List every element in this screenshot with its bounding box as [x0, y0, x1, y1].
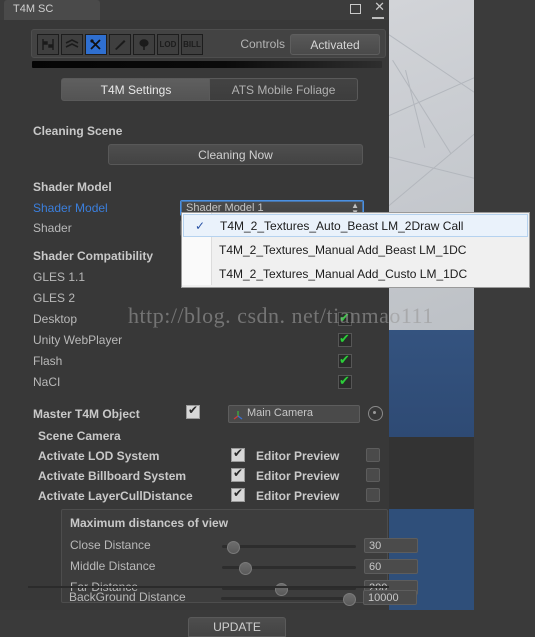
master-t4m-object-checkbox[interactable]	[186, 403, 200, 419]
maximize-icon[interactable]	[349, 4, 361, 14]
tab-t4m-settings[interactable]: T4M Settings	[61, 78, 211, 101]
window-title-bar: T4M SC ✕	[0, 0, 389, 26]
shader-model-label: Shader Model	[33, 201, 108, 215]
shader-model-title: Shader Model	[33, 180, 112, 194]
main-tabs: T4M Settings ATS Mobile Foliage	[61, 78, 358, 101]
close-distance-label: Close Distance	[70, 538, 151, 552]
panel-bottom-divider	[28, 586, 389, 588]
mode-toolbar: LOD BILL Controls Activated	[31, 29, 386, 58]
editor-right-panel	[474, 0, 535, 610]
toggle-check-layercull[interactable]	[231, 486, 245, 502]
preview-check-billboard[interactable]	[366, 468, 380, 482]
compat-label-gles11: GLES 1.1	[33, 270, 86, 284]
dropdown-item-1-label: T4M_2_Textures_Manual Add_Beast LM_1DC	[219, 242, 467, 257]
background-distance-label: BackGround Distance	[69, 590, 186, 604]
update-button[interactable]: UPDATE	[188, 617, 286, 637]
toggle-label-layercull: Activate LayerCullDistance	[38, 489, 193, 503]
background-distance-slider[interactable]	[221, 597, 355, 600]
chevrons-up-icon[interactable]	[61, 34, 83, 55]
window-tab[interactable]: T4M SC	[4, 0, 100, 20]
camera-axis-icon	[232, 408, 244, 420]
maximum-distances-group: Maximum distances of view Close Distance…	[61, 509, 418, 603]
object-picker-icon[interactable]	[368, 406, 383, 421]
shader-dropdown-menu: ✓ T4M_2_Textures_Auto_Beast LM_2Draw Cal…	[181, 212, 530, 288]
close-distance-value[interactable]: 30	[364, 538, 418, 553]
scene-water-upper	[388, 330, 474, 440]
cleaning-scene-title: Cleaning Scene	[33, 124, 123, 138]
lod-icon[interactable]: LOD	[157, 34, 179, 55]
scene-camera-object-field[interactable]: Main Camera	[228, 405, 360, 423]
close-icon[interactable]: ✕	[374, 0, 385, 13]
preview-label-billboard: Editor Preview	[256, 469, 340, 483]
close-distance-slider[interactable]	[222, 545, 356, 548]
background-distance-value[interactable]: 10000	[363, 590, 417, 605]
compat-check-naci[interactable]	[338, 373, 352, 389]
controls-label: Controls	[240, 37, 285, 51]
toggle-check-billboard[interactable]	[231, 466, 245, 482]
activated-button[interactable]: Activated	[290, 34, 380, 55]
cleaning-now-button[interactable]: Cleaning Now	[108, 144, 363, 165]
billboard-icon[interactable]: BILL	[181, 34, 203, 55]
maximum-distances-title: Maximum distances of view	[70, 516, 229, 530]
window-tab-label: T4M SC	[13, 3, 54, 15]
tab-ats-mobile-foliage[interactable]: ATS Mobile Foliage	[209, 78, 358, 101]
middle-distance-knob[interactable]	[239, 562, 252, 575]
compat-label-flash: Flash	[33, 354, 63, 368]
dropdown-item-2[interactable]: T4M_2_Textures_Manual Add_Custo LM_1DC	[183, 262, 528, 285]
watermark-text: http://blog. csdn. net/tianmao111	[128, 303, 434, 328]
middle-distance-label: Middle Distance	[70, 559, 156, 573]
tree-icon[interactable]	[133, 34, 155, 55]
progress-strip	[32, 61, 382, 68]
scene-camera-label: Scene Camera	[38, 429, 121, 443]
far-distance-knob[interactable]	[275, 583, 288, 596]
preview-check-lod[interactable]	[366, 448, 380, 462]
compat-label-naci: NaCI	[33, 375, 61, 389]
dropdown-item-1[interactable]: T4M_2_Textures_Manual Add_Beast LM_1DC	[183, 238, 528, 261]
dropdown-item-0[interactable]: ✓ T4M_2_Textures_Auto_Beast LM_2Draw Cal…	[183, 214, 528, 237]
background-distance-knob[interactable]	[343, 593, 356, 606]
toggle-check-lod[interactable]	[231, 446, 245, 462]
terrain-split-icon[interactable]	[37, 34, 59, 55]
scene-camera-value: Main Camera	[247, 407, 314, 419]
middle-distance-value[interactable]: 60	[364, 559, 418, 574]
preview-check-layercull[interactable]	[366, 488, 380, 502]
compat-label-webplayer: Unity WebPlayer	[33, 333, 123, 347]
shader-compatibility-title: Shader Compatibility	[33, 249, 154, 263]
scene-terrain-band	[388, 437, 474, 509]
check-icon: ✓	[195, 218, 206, 233]
toggle-label-billboard: Activate Billboard System	[38, 469, 187, 483]
compat-label-desktop: Desktop	[33, 312, 78, 326]
close-distance-knob[interactable]	[227, 541, 240, 554]
shader-label: Shader	[33, 221, 72, 235]
compat-check-webplayer[interactable]	[338, 331, 352, 347]
tools-icon[interactable]	[85, 34, 107, 55]
compat-check-flash[interactable]	[338, 352, 352, 368]
dropdown-item-2-label: T4M_2_Textures_Manual Add_Custo LM_1DC	[219, 266, 468, 281]
master-t4m-object-title: Master T4M Object	[33, 407, 140, 421]
preview-label-lod: Editor Preview	[256, 449, 340, 463]
compat-label-gles2: GLES 2	[33, 291, 76, 305]
toggle-label-lod: Activate LOD System	[38, 449, 160, 463]
preview-label-layercull: Editor Preview	[256, 489, 340, 503]
dropdown-item-0-label: T4M_2_Textures_Auto_Beast LM_2Draw Call	[220, 218, 464, 233]
brush-icon[interactable]	[109, 34, 131, 55]
